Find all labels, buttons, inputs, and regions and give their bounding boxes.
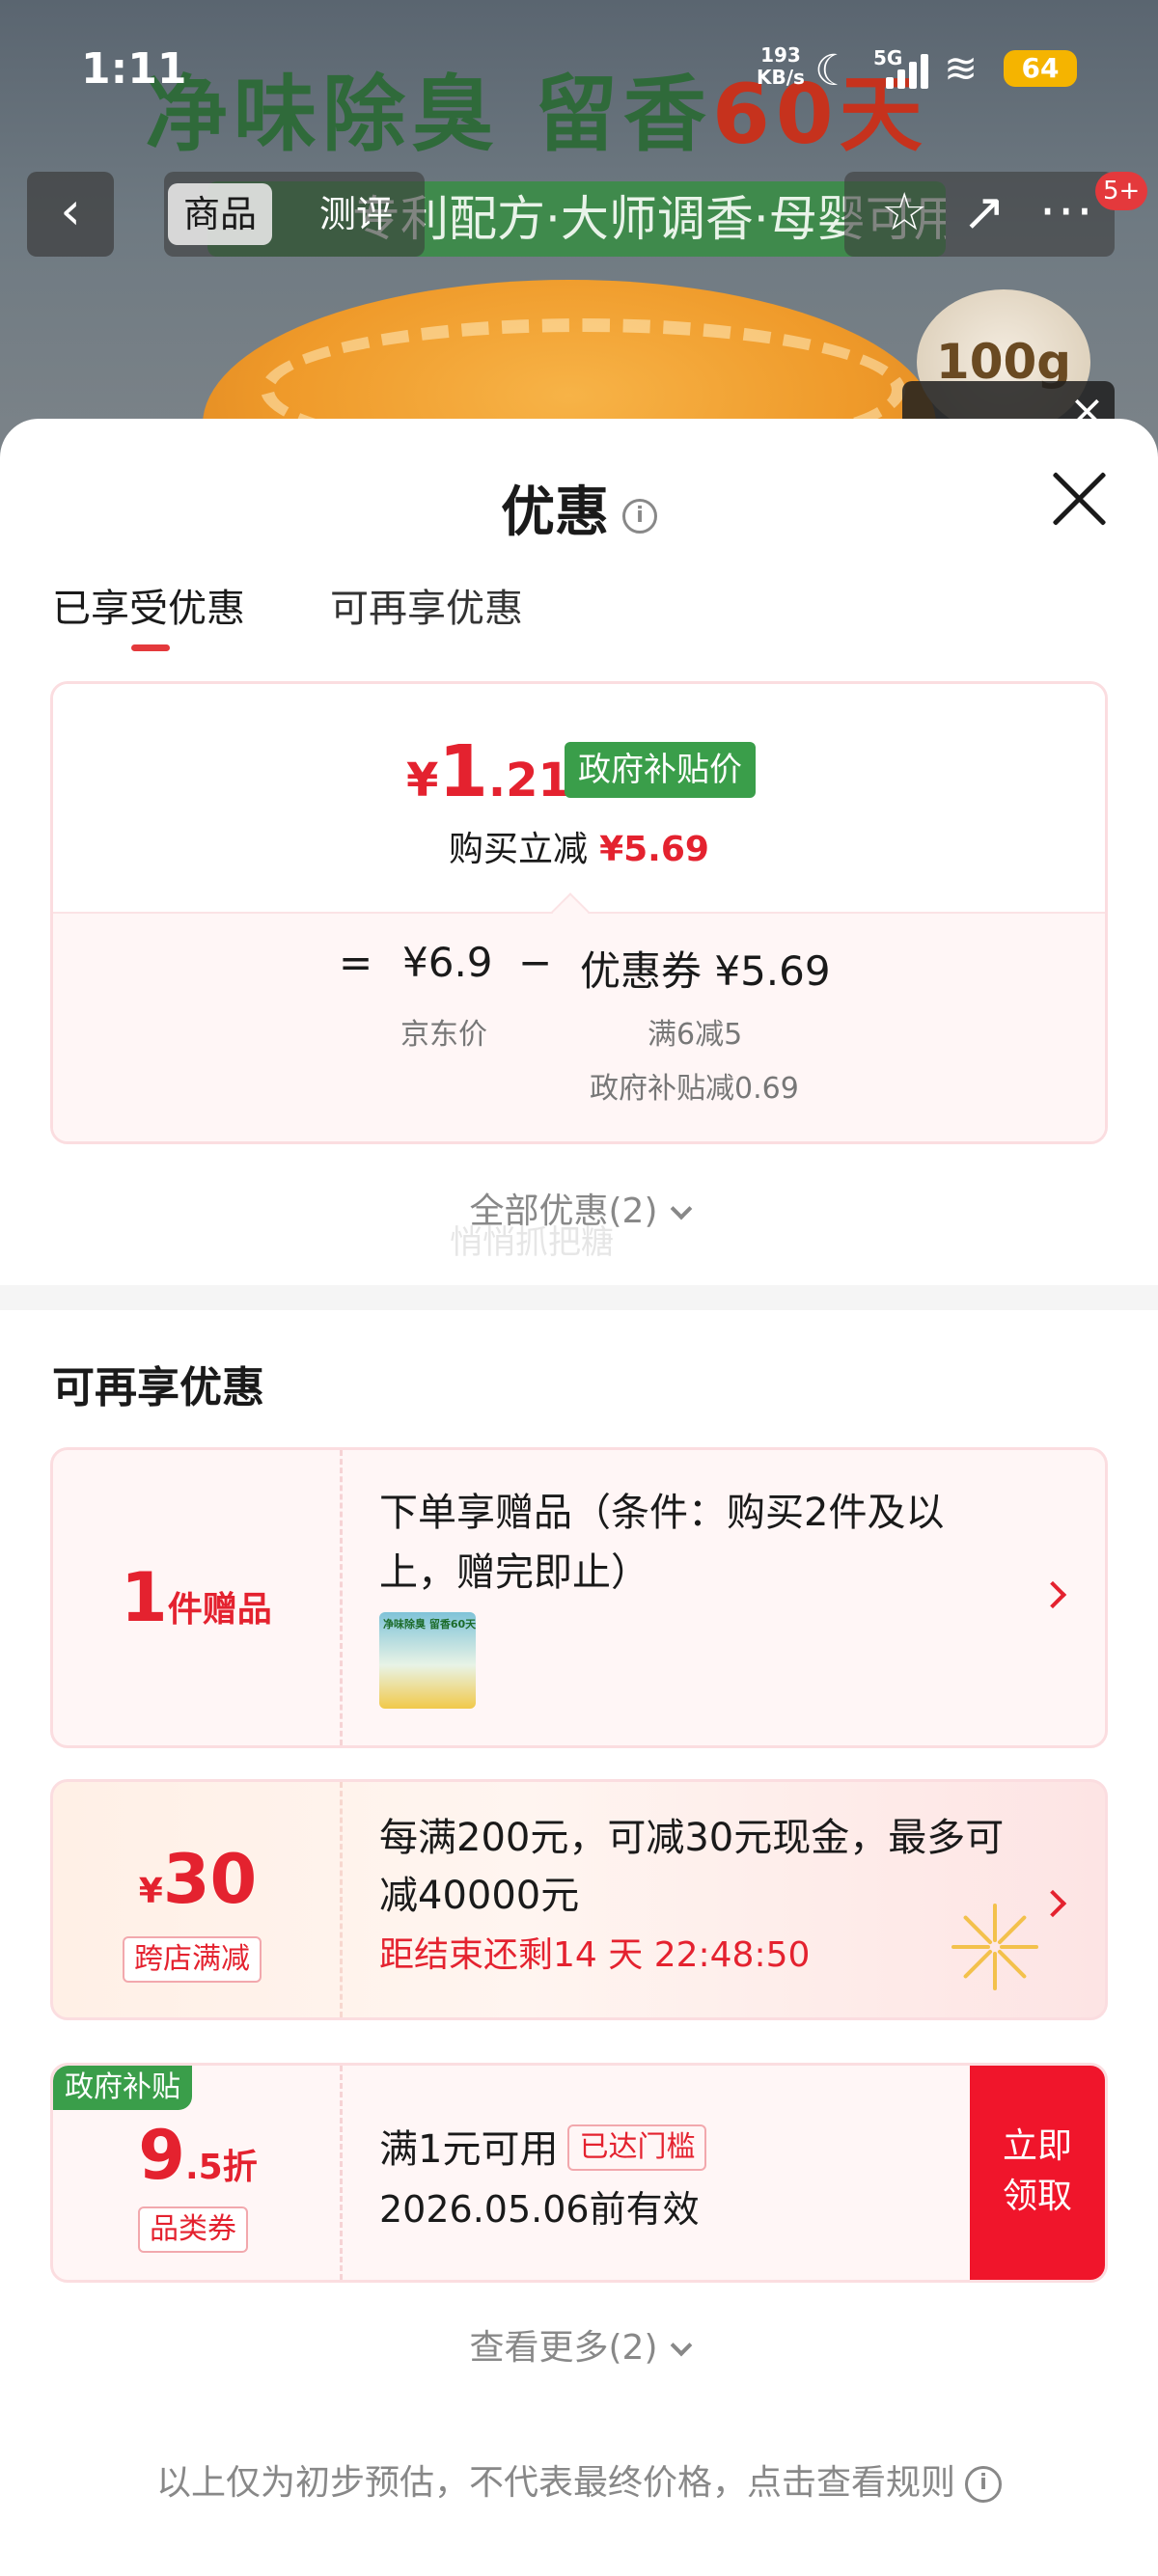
claim-button[interactable]: 立即 领取 (970, 2066, 1105, 2280)
watermark: 悄悄抓把糖 (450, 1223, 614, 1262)
instant-discount: 购买立减 ¥5.69 (449, 830, 709, 869)
battery-icon: 64 (1004, 50, 1077, 87)
gift-thumbnail: 净味除臭 留香60天 (379, 1612, 476, 1709)
tab-product[interactable]: 商品 (168, 183, 273, 245)
price-breakdown-box: ¥1.21 政府补贴价 购买立减 ¥5.69 = ¥6.9 − 优惠券 ¥5.69… (50, 681, 1108, 1144)
share-icon[interactable]: ↗ (962, 181, 1006, 242)
wifi-icon: ≋ (944, 44, 979, 92)
close-icon[interactable] (1050, 469, 1108, 527)
category-coupon-card: 政府补贴 9.5折 品类券 满1元可用 已达门槛 2026.05.06前有效 立即… (50, 2063, 1108, 2283)
countdown-text: 距结束还剩14 天 22:48:50 (379, 1935, 811, 1975)
tab-review[interactable]: 测评 (304, 183, 408, 245)
price-formula: = ¥6.9 − 优惠券 ¥5.69 (53, 939, 1105, 1006)
info-icon: i (965, 2466, 1002, 2503)
gift-description: 下单享赠品（条件：购买2件及以上，赠完即止） (379, 1491, 945, 1595)
view-more-toggle[interactable]: 查看更多(2) (0, 2319, 1158, 2370)
dnd-moon-icon: ☾ (814, 46, 853, 96)
nav-actions: ☆ ↗ ··· (844, 172, 1115, 257)
category-coupon-tag: 品类券 (138, 2206, 248, 2253)
signal-icon (886, 52, 930, 89)
firework-decoration (941, 1894, 1047, 2000)
discount-description: 每满200元，可减30元现金，最多可减40000元 (379, 1816, 1005, 1918)
status-time: 1:11 (81, 44, 187, 94)
cross-store-tag: 跨店满减 (123, 1936, 262, 1983)
gift-card[interactable]: 1件赠品 下单享赠品（条件：购买2件及以上，赠完即止） 净味除臭 留香60天 (50, 1447, 1108, 1748)
gov-subsidy-price-tag: 政府补贴价 (565, 742, 756, 798)
discount-sheet: 优惠 i 已享受优惠 可再享优惠 ¥1.21 政府补贴价 购买立减 ¥5.69 = … (0, 419, 1158, 2576)
section-title: 可再享优惠 (52, 1363, 264, 1412)
threshold-met-tag: 已达门槛 (567, 2124, 707, 2171)
chevron-down-icon (670, 1197, 692, 1220)
favorite-star-icon[interactable]: ☆ (881, 181, 927, 242)
chevron-right-icon (1038, 1580, 1067, 1609)
section-divider (0, 1285, 1158, 1310)
coupon-amount: 优惠券 ¥5.69 (580, 947, 831, 995)
product-nav-tabs: 商品 测评 (164, 172, 425, 257)
discount-rate: 9.5折 (138, 2116, 258, 2195)
tab-enjoyed-discounts[interactable]: 已享受优惠 (52, 577, 245, 633)
coupon-condition: 满1元可用 已达门槛 (379, 2118, 707, 2174)
disclaimer-link[interactable]: 以上仅为初步预估，不代表最终价格，点击查看规则 i (0, 2454, 1158, 2505)
jd-price: ¥6.9 (402, 939, 493, 986)
final-price: ¥1.21 (406, 730, 570, 813)
coupon-rule: 满6减5 (648, 1018, 743, 1052)
network-speed: 193 KB/s (757, 43, 805, 89)
coupon-validity: 2026.05.06前有效 (379, 2188, 700, 2231)
jd-price-label: 京东价 (400, 1018, 487, 1052)
sheet-title: 优惠 i (0, 469, 1158, 547)
cross-store-discount-card[interactable]: ¥30 跨店满减 每满200元，可减30元现金，最多可减40000元 距结束还剩… (50, 1779, 1108, 2020)
chevron-down-icon (670, 2334, 692, 2357)
info-icon[interactable]: i (622, 498, 657, 534)
tab-more-discounts[interactable]: 可再享优惠 (330, 577, 523, 633)
tab-indicator (131, 644, 170, 651)
gov-subsidy-deduction: 政府补贴减0.69 (590, 1072, 799, 1106)
more-icon[interactable]: ··· (1039, 181, 1095, 242)
gift-count: 1件赠品 (121, 1558, 272, 1637)
chevron-left-icon: ‹ (60, 180, 81, 241)
cart-badge: 5+ (1095, 172, 1148, 210)
discount-amount: ¥30 (138, 1840, 258, 1919)
status-bar: 1:11 193 KB/s ☾ 5G ≋ 64 (0, 39, 1158, 106)
back-button[interactable]: ‹ (27, 172, 114, 257)
gov-subsidy-badge: 政府补贴 (53, 2066, 192, 2110)
